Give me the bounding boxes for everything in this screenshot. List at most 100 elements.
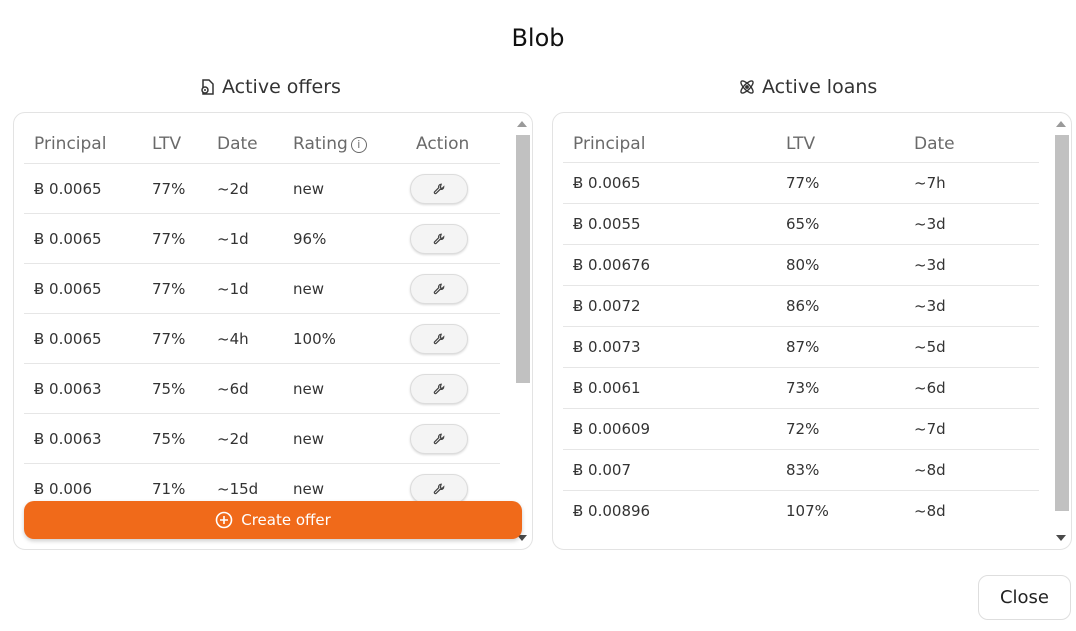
rating-cell: new [293, 279, 325, 298]
col-date: Date [914, 134, 955, 154]
plus-circle-icon [215, 511, 233, 529]
ltv-cell: 77% [152, 329, 186, 348]
edit-offer-button[interactable] [410, 323, 468, 354]
ltv-cell: 107% [786, 502, 829, 520]
col-ltv: LTV [786, 134, 816, 154]
principal-cell: Ƀ 0.0065 [34, 229, 102, 248]
principal-cell: Ƀ 0.006 [34, 479, 93, 498]
offers-scrollbar[interactable] [514, 117, 530, 545]
principal-cell: Ƀ 0.0073 [573, 338, 641, 356]
action-cell [406, 273, 500, 304]
edit-offer-button[interactable] [410, 273, 468, 304]
edit-offer-button[interactable] [410, 173, 468, 204]
date-cell: ~2d [217, 429, 249, 448]
offers-section-title: Active offers [198, 76, 341, 98]
loans-scroll-thumb[interactable] [1055, 135, 1069, 511]
action-cell [406, 223, 500, 254]
ltv-cell: 86% [786, 297, 820, 315]
principal-cell: Ƀ 0.0063 [34, 379, 102, 398]
offer-document-icon [201, 79, 214, 95]
rating-cell: 96% [293, 229, 327, 248]
wrench-icon [432, 332, 446, 346]
table-row: Ƀ 0.0061 73% ~6d [563, 367, 1039, 408]
offers-title-label: Active offers [222, 76, 341, 98]
col-action: Action [416, 134, 470, 154]
offers-table-header: Principal LTV Date Rating i Action [24, 125, 500, 163]
principal-cell: Ƀ 0.0065 [34, 279, 102, 298]
ltv-cell: 87% [786, 338, 820, 356]
date-cell: ~6d [914, 379, 946, 397]
table-row: Ƀ 0.00609 72% ~7d [563, 408, 1039, 449]
col-principal: Principal [573, 134, 646, 154]
col-date: Date [217, 134, 258, 154]
wrench-icon [432, 432, 446, 446]
edit-offer-button[interactable] [410, 423, 468, 454]
table-row: Ƀ 0.007 83% ~8d [563, 449, 1039, 490]
ltv-cell: 71% [152, 479, 186, 498]
offers-scroll-thumb[interactable] [516, 135, 530, 383]
wrench-icon [432, 232, 446, 246]
principal-cell: Ƀ 0.0072 [573, 297, 641, 315]
table-row: Ƀ 0.0063 75% ~6d new [24, 363, 500, 413]
col-rating-label: Rating [293, 134, 348, 154]
principal-cell: Ƀ 0.0065 [34, 329, 102, 348]
offers-table-panel[interactable]: Principal LTV Date Rating i Action Ƀ 0.00… [13, 112, 533, 550]
edit-offer-button[interactable] [410, 373, 468, 404]
table-row: Ƀ 0.0065 77% ~4h 100% [24, 313, 500, 363]
table-row: Ƀ 0.0055 65% ~3d [563, 203, 1039, 244]
ltv-cell: 75% [152, 379, 186, 398]
table-row: Ƀ 0.00676 80% ~3d [563, 244, 1039, 285]
date-cell: ~8d [914, 461, 946, 479]
table-row: Ƀ 0.0063 75% ~2d new [24, 413, 500, 463]
dialog-title: Blob [511, 24, 565, 52]
info-icon[interactable]: i [350, 137, 367, 153]
rating-cell: new [293, 479, 325, 498]
col-ltv: LTV [152, 134, 182, 154]
scroll-up-arrow[interactable] [517, 121, 527, 127]
scroll-up-arrow[interactable] [1056, 121, 1066, 127]
wrench-icon [432, 382, 446, 396]
ltv-cell: 72% [786, 420, 820, 438]
ltv-cell: 65% [786, 215, 820, 233]
principal-cell: Ƀ 0.00609 [573, 420, 651, 438]
ltv-cell: 83% [786, 461, 820, 479]
close-button[interactable]: Close [978, 575, 1071, 620]
edit-offer-button[interactable] [410, 223, 468, 254]
col-principal: Principal [34, 134, 107, 154]
ltv-cell: 75% [152, 429, 186, 448]
rating-cell: new [293, 179, 325, 198]
loans-table-panel[interactable]: Principal LTV Date Ƀ 0.0065 77% ~7h Ƀ 0.005… [552, 112, 1072, 550]
wrench-icon [432, 482, 446, 496]
principal-cell: Ƀ 0.0055 [573, 215, 641, 233]
date-cell: ~3d [914, 256, 946, 274]
date-cell: ~6d [217, 379, 249, 398]
action-cell [406, 373, 500, 404]
date-cell: ~3d [914, 297, 946, 315]
table-row: Ƀ 0.0065 77% ~1d 96% [24, 213, 500, 263]
ltv-cell: 77% [152, 279, 186, 298]
table-row: Ƀ 0.0065 77% ~2d new [24, 163, 500, 213]
ltv-cell: 80% [786, 256, 820, 274]
create-offer-label: Create offer [241, 511, 331, 529]
date-cell: ~7d [914, 420, 946, 438]
table-row: Ƀ 0.0065 77% ~1d new [24, 263, 500, 313]
date-cell: ~4h [217, 329, 249, 348]
table-row: Ƀ 0.0073 87% ~5d [563, 326, 1039, 367]
ltv-cell: 77% [152, 179, 186, 198]
action-cell [406, 473, 500, 504]
loans-section-title: Active loans [738, 76, 877, 98]
atom-icon [740, 80, 754, 94]
principal-cell: Ƀ 0.00896 [573, 502, 651, 520]
create-offer-button[interactable]: Create offer [24, 501, 522, 539]
scroll-down-arrow[interactable] [1056, 535, 1066, 541]
loans-scrollbar[interactable] [1053, 117, 1069, 545]
date-cell: ~7h [914, 174, 946, 192]
date-cell: ~5d [914, 338, 946, 356]
date-cell: ~2d [217, 179, 249, 198]
ltv-cell: 73% [786, 379, 820, 397]
principal-cell: Ƀ 0.0061 [573, 379, 641, 397]
date-cell: ~3d [914, 215, 946, 233]
date-cell: ~15d [217, 479, 259, 498]
edit-offer-button[interactable] [410, 473, 468, 504]
loans-table-header: Principal LTV Date [563, 125, 1039, 163]
